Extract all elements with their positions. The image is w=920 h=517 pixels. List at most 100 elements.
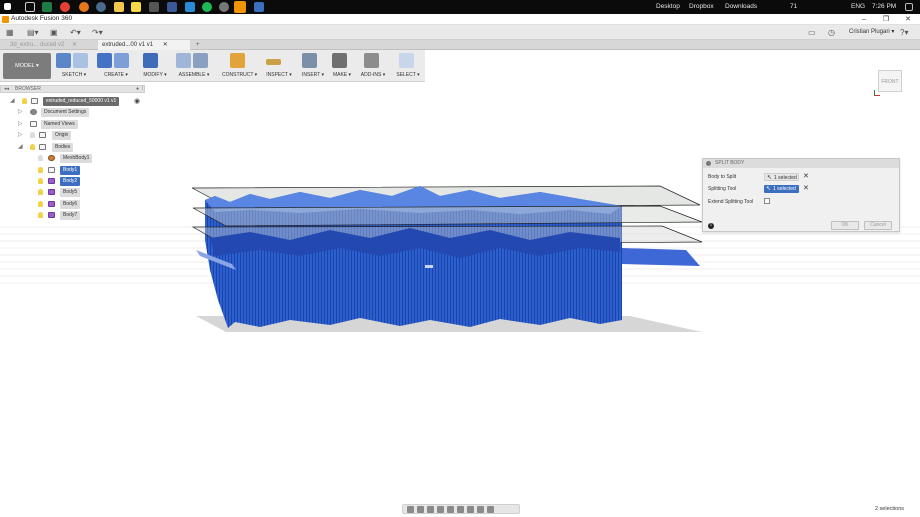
dialog-header[interactable]: SPLIT BODY [703, 159, 899, 168]
clear-selection-button[interactable]: ✕ [803, 185, 809, 193]
visibility-bulb-icon[interactable] [38, 155, 43, 161]
body-label[interactable]: Body6 [60, 200, 81, 209]
explorer-icon[interactable] [114, 2, 124, 12]
info-icon[interactable]: i [708, 223, 714, 229]
app-icon[interactable] [149, 2, 159, 12]
browser-item-body2[interactable]: Body2 [36, 177, 136, 186]
browser-item-meshbody1[interactable]: MeshBody1 [36, 154, 136, 163]
desktop-toolbar[interactable]: Desktop [656, 0, 680, 14]
language-indicator[interactable]: ENG [851, 0, 865, 14]
fit-icon[interactable] [447, 506, 454, 513]
model-canvas[interactable] [0, 82, 920, 502]
cancel-button[interactable]: Cancel [864, 221, 892, 230]
browser-item-body6[interactable]: Body6 [36, 200, 136, 209]
extend-splitting-tool-checkbox[interactable] [764, 198, 770, 204]
collapse-triangle-icon[interactable]: ◢ [10, 97, 16, 106]
body-label[interactable]: Body2 [60, 177, 81, 186]
body-label[interactable]: Body1 [60, 166, 81, 175]
modify-group[interactable]: MODIFY ▾ [143, 53, 167, 80]
offset-plane-icon[interactable] [230, 53, 245, 68]
app-icon[interactable] [254, 2, 264, 12]
expand-triangle-icon[interactable]: ▷ [18, 120, 24, 129]
fusion-taskbar-icon[interactable] [234, 1, 246, 13]
select-group[interactable]: SELECT ▾ [396, 53, 420, 80]
create-sketch-icon[interactable] [56, 53, 71, 68]
visibility-bulb-icon[interactable] [38, 178, 43, 184]
sketch-group[interactable]: SKETCH ▾ [56, 53, 92, 80]
browser-item-body5[interactable]: Body5 [36, 188, 136, 197]
revolve-icon[interactable] [114, 53, 129, 68]
excel-icon[interactable] [42, 2, 52, 12]
browser-item-origin[interactable]: ▷ Origin [18, 131, 138, 140]
browser-header[interactable]: ◂◂ BROWSER ● ⁞ [0, 85, 145, 93]
start-icon[interactable] [4, 3, 11, 10]
pan-icon[interactable] [427, 506, 434, 513]
visibility-bulb-icon[interactable] [38, 201, 43, 207]
ok-button[interactable]: OK [831, 221, 859, 230]
new-tab-button[interactable]: + [192, 40, 204, 50]
browser-item-label[interactable]: Bodies [52, 143, 74, 152]
browser-item-label[interactable]: Document Settings [41, 108, 90, 117]
display-settings-icon[interactable] [467, 506, 474, 513]
make-group[interactable]: MAKE ▾ [332, 53, 352, 80]
clock[interactable]: 7:26 PM [872, 0, 896, 14]
expand-icon[interactable]: ⁞ [142, 86, 143, 93]
body-label[interactable]: Body7 [60, 211, 81, 220]
job-status-icon[interactable]: ▭ [808, 27, 816, 38]
minimize-button[interactable]: – [854, 14, 874, 25]
insert-group[interactable]: INSERT ▾ [302, 53, 324, 80]
chrome-icon[interactable] [60, 2, 70, 12]
viewcube[interactable]: FRONT [874, 68, 904, 96]
tab-document-1[interactable]: 3d_extru... duced v2 ✕ [6, 40, 96, 50]
orbit-icon[interactable] [407, 506, 414, 513]
addins-group[interactable]: ADD-INS ▾ [360, 53, 386, 80]
assemble-group[interactable]: ASSEMBLE ▾ [176, 53, 212, 80]
sticky-notes-icon[interactable] [131, 2, 141, 12]
activate-radio-icon[interactable]: ◉ [134, 97, 140, 106]
selected-body-face[interactable] [622, 248, 700, 266]
body-to-split-selector[interactable]: ↖ 1 selected [764, 173, 799, 181]
visibility-bulb-icon[interactable] [38, 189, 43, 195]
insert-image-icon[interactable] [302, 53, 317, 68]
collapse-icon[interactable]: ◂◂ [4, 86, 9, 93]
viewcube-front-face[interactable]: FRONT [878, 70, 902, 92]
viewports-icon[interactable] [487, 506, 494, 513]
browser-item-bodies[interactable]: ◢ Bodies [18, 143, 138, 152]
visibility-bulb-icon[interactable] [38, 212, 43, 218]
select-cursor-icon[interactable] [399, 53, 414, 68]
browser-item-named-views[interactable]: ▷ Named Views [18, 120, 138, 129]
clear-selection-button[interactable]: ✕ [803, 173, 809, 181]
undo-icon[interactable]: ↶▾ [70, 27, 81, 38]
joint-icon[interactable] [193, 53, 208, 68]
facebook-icon[interactable] [167, 2, 177, 12]
spotify-icon[interactable] [202, 2, 212, 12]
close-icon[interactable]: ✕ [72, 42, 77, 48]
body-label[interactable]: MeshBody1 [60, 154, 93, 163]
file-menu-icon[interactable]: ▤▾ [27, 27, 39, 38]
browser-item-label[interactable]: Named Views [41, 120, 78, 129]
browser-root[interactable]: ◢ extruded_reduced_50000 v1 v1 ◉ [10, 97, 145, 106]
visibility-bulb-icon[interactable] [30, 144, 35, 150]
browser-item-document-settings[interactable]: ▷ Document Settings [18, 108, 138, 117]
create-group[interactable]: CREATE ▾ [97, 53, 135, 80]
tab-document-2[interactable]: extruded...00 v1 v1 ✕ [98, 40, 190, 50]
browser-item-label[interactable]: Origin [52, 131, 72, 140]
downloads-toolbar[interactable]: Downloads [725, 0, 757, 14]
visibility-bulb-icon[interactable] [22, 98, 27, 104]
zoom-icon[interactable] [437, 506, 444, 513]
help-icon[interactable]: ?▾ [900, 27, 908, 38]
dropbox-toolbar[interactable]: Dropbox [689, 0, 714, 14]
splitting-plane-middle[interactable] [192, 205, 703, 227]
root-label[interactable]: extruded_reduced_50000 v1 v1 [43, 97, 120, 106]
firefox-icon[interactable] [79, 2, 89, 12]
notifications-icon[interactable] [905, 3, 913, 11]
grid-snap-icon[interactable] [477, 506, 484, 513]
history-clock-icon[interactable]: ◷ [828, 27, 835, 38]
close-button[interactable]: ✕ [898, 14, 918, 25]
browser-item-body7[interactable]: Body7 [36, 211, 136, 220]
line-icon[interactable] [73, 53, 88, 68]
settings-icon[interactable] [219, 2, 229, 12]
data-panel-grid-icon[interactable]: ▦ [6, 27, 14, 38]
user-account[interactable]: Cristian Plugari ▾ [849, 27, 894, 38]
inspect-group[interactable]: INSPECT ▾ [266, 53, 292, 80]
